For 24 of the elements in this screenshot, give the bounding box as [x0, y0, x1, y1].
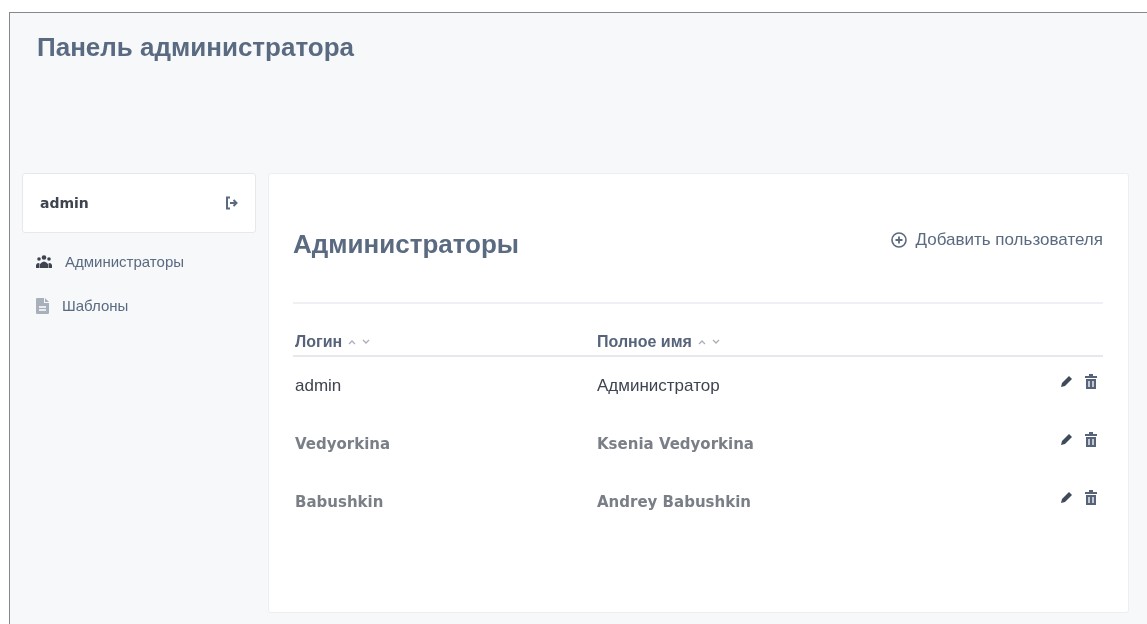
trash-icon[interactable] [1085, 374, 1097, 389]
page-title: Панель администратора [37, 31, 356, 63]
pencil-icon[interactable] [1060, 374, 1074, 388]
trash-icon[interactable] [1085, 432, 1097, 447]
logout-icon[interactable] [225, 196, 239, 210]
add-user-button[interactable]: Добавить пользователя [891, 230, 1103, 250]
trash-icon[interactable] [1085, 490, 1097, 505]
column-header[interactable]: Полное имя [595, 332, 897, 351]
table-cell-text: Babushkin [294, 493, 385, 511]
user-name: admin [40, 195, 89, 211]
sidebar-item[interactable]: Администраторы [36, 253, 184, 270]
table-cell-text: Andrey Babushkin [596, 493, 752, 511]
table-cell-text: Ksenia Vedyorkina [596, 435, 755, 453]
pencil-icon[interactable] [1060, 490, 1074, 504]
column-header[interactable]: Логин [293, 332, 595, 351]
document-icon [36, 297, 49, 314]
users-icon [36, 255, 52, 268]
sidebar-item[interactable]: Шаблоны [36, 297, 129, 314]
plus-circle-icon [891, 232, 908, 248]
table-cell-text: admin [294, 376, 343, 396]
section-title: Администраторы [293, 228, 520, 260]
table-cell-text: Vedyorkina [294, 435, 392, 453]
pencil-icon[interactable] [1060, 432, 1074, 446]
table-cell-text: Администратор [596, 376, 721, 396]
